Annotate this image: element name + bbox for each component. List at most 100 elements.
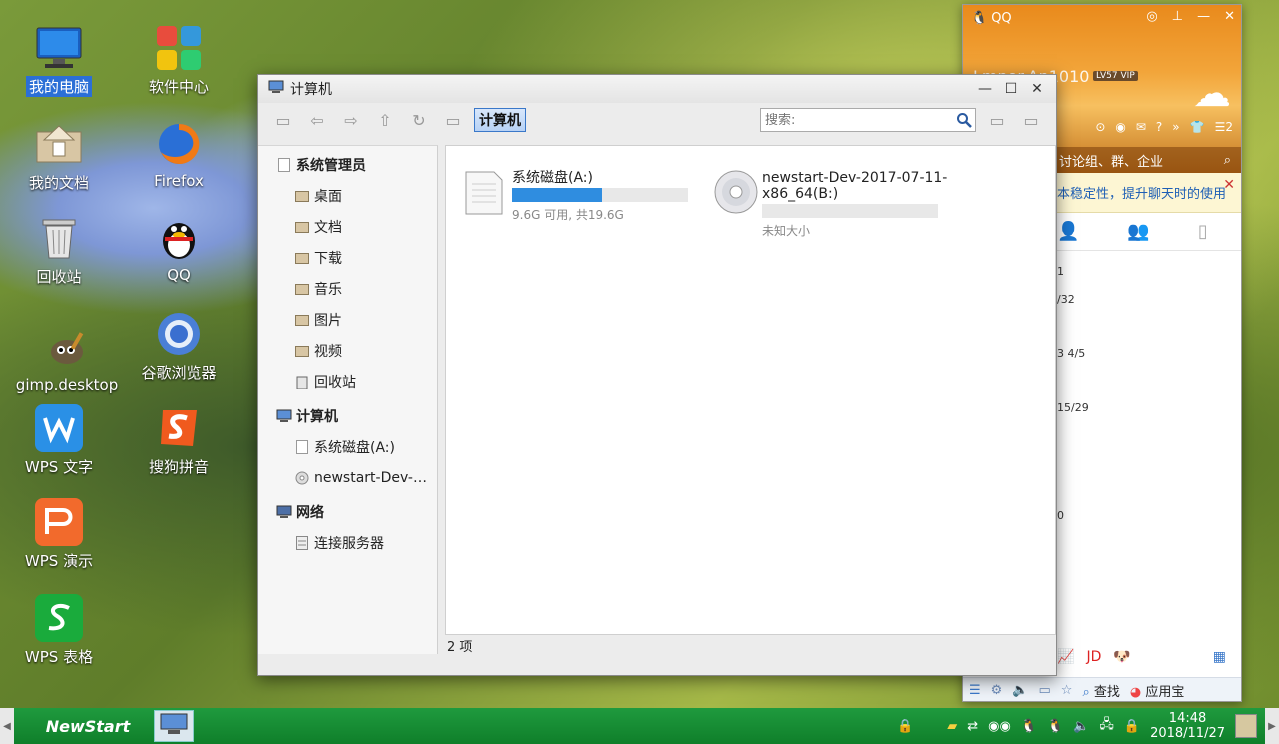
sogou-icon [155,404,203,452]
refresh-icon[interactable]: ↻ [406,109,432,131]
qq-help-icon[interactable]: ? [1156,120,1162,134]
search-box[interactable] [760,108,976,132]
desktop-icon-qq[interactable]: QQ [129,214,229,284]
list-item[interactable]: /32 [1057,293,1075,306]
back-arrow-icon[interactable]: ⇦ [304,109,330,131]
minimize-button[interactable]: — [976,80,994,98]
show-sidebar-icon[interactable]: ▭ [270,109,296,131]
desktop-icon-firefox[interactable]: Firefox [129,120,229,190]
breadcrumb[interactable]: 计算机 [474,108,526,132]
document-icon [276,157,292,173]
qq-close-button[interactable]: ✕ [1224,9,1235,24]
list-item[interactable]: 3 4/5 [1057,347,1085,360]
volume-icon[interactable]: 🔈 [1073,719,1089,734]
sidebar-item-downloads[interactable]: 下载 [258,242,437,273]
taskbar-scroll-right-icon[interactable]: ▶ [1265,708,1279,744]
qq-game-icon[interactable]: ◉ [1115,120,1125,134]
search-icon[interactable] [953,112,975,128]
drive-item-system-disk[interactable]: 系统磁盘(A:) 9.6G 可用, 共19.6G [464,170,688,223]
qq-skin-icon[interactable]: ◎ [1146,9,1157,24]
grid-icon[interactable]: ▦ [1213,649,1226,665]
menu-icon[interactable]: ☰ [969,683,981,698]
list-item[interactable]: 0 [1057,509,1064,522]
search-input[interactable] [765,112,953,128]
show-desktop-icon[interactable] [1235,714,1257,738]
forward-arrow-icon[interactable]: ⇨ [338,109,364,131]
music-folder-icon [294,281,310,297]
file-view: 系统磁盘(A:) 9.6G 可用, 共19.6G newstart-Dev-20… [445,145,1056,635]
lock-icon[interactable]: 🔒 [897,719,913,734]
close-button[interactable]: ✕ [1028,80,1046,98]
sidebar-item-desktop[interactable]: 桌面 [258,180,437,211]
jd-icon[interactable]: JD [1086,649,1101,665]
qq-more-icon[interactable]: » [1172,120,1179,134]
qq-app-manager-icon[interactable]: ☰2 [1215,120,1233,134]
sidebar-section-network[interactable]: 网络 [258,497,437,527]
list-view-icon[interactable]: ▭ [1018,109,1044,131]
sidebar-section-user[interactable]: 系统管理员 [258,150,437,180]
desktop-icon-my-documents[interactable]: 我的文档 [9,120,109,193]
qq-tray-icon[interactable]: 🐧 [1021,719,1037,734]
desktop-icon-chrome[interactable]: 谷歌浏览器 [129,310,229,383]
qq-find-button[interactable]: ⌕ 查找 [1082,681,1119,700]
star-icon[interactable]: ☆ [1061,683,1073,698]
desktop-icon-wps-writer[interactable]: WPS 文字 [9,404,109,477]
lock-icon[interactable]: 🔒 [1124,719,1140,734]
drive-icon [464,170,506,216]
sidebar-item-connect-server[interactable]: 连接服务器 [258,527,437,558]
desktop-icon-sogou[interactable]: 搜狗拼音 [129,404,229,477]
monitor-icon [35,24,83,72]
up-arrow-icon[interactable]: ⇧ [372,109,398,131]
window-titlebar[interactable]: 计算机 — ☐ ✕ [258,75,1056,103]
linux-tray-icon[interactable]: 🐧 [1047,719,1063,734]
sidebar-item-pictures[interactable]: 图片 [258,304,437,335]
sidebar-item-documents[interactable]: 文档 [258,211,437,242]
sidebar-item-videos[interactable]: 视频 [258,335,437,366]
switch-tray-icon[interactable]: ⇄ [967,719,978,734]
eyes-tray-icon[interactable]: ◉◉ [988,719,1011,734]
desktop-icon-my-computer[interactable]: 我的电脑 [9,24,109,97]
sidebar-section-computer[interactable]: 计算机 [258,401,437,431]
settings-icon[interactable]: ⚙ [991,683,1003,698]
network-tray-icon[interactable]: 🖧 [1099,715,1114,737]
qq-window-controls: ◎ ⊥ — ✕ [1146,9,1235,24]
desktop-icon-trash[interactable]: 回收站 [9,214,109,287]
qq-mail-icon[interactable]: ✉ [1136,120,1146,134]
desktop-icon-label: WPS 演示 [24,552,94,570]
sidebar-item-optical-disc[interactable]: newstart-Dev-… [258,462,437,493]
desktop-icon-software-center[interactable]: 软件中心 [129,24,229,97]
taskbar-scroll-left-icon[interactable]: ◀ [0,708,14,744]
icon-view-icon[interactable]: ▭ [984,109,1010,131]
desktop-icon-gimp[interactable]: gimp.desktop [16,324,118,394]
dog-icon[interactable]: 🐶 [1113,649,1130,665]
tab-contacts-icon[interactable]: 👤 [1057,221,1079,242]
weather-cloud-icon[interactable]: ☁ [1193,71,1231,115]
list-item[interactable]: 15/29 [1057,401,1089,414]
disk-usage-fill [512,188,602,202]
sidebar-item-system-disk[interactable]: 系统磁盘(A:) [258,431,437,462]
drive-item-optical-disc[interactable]: newstart-Dev-2017-07-11- x86_64(B:) 未知大小 [714,170,947,239]
qq-appbox-button[interactable]: ◕ 应用宝 [1130,681,1185,700]
sidebar-item-trash[interactable]: 回收站 [258,366,437,397]
folder-tray-icon[interactable]: ▰ [947,719,957,734]
tab-phone-icon[interactable]: ▯ [1198,221,1208,242]
folder-icon[interactable]: ▭ [1039,683,1051,698]
sidebar-item-music[interactable]: 音乐 [258,273,437,304]
close-icon[interactable]: ✕ [1223,177,1235,193]
start-button[interactable]: NewStart [28,708,148,744]
desktop-icon-wps-presentation[interactable]: WPS 演示 [9,498,109,571]
qzone-icon[interactable]: ⊙ [1095,120,1105,134]
qq-minimize-button[interactable]: — [1197,9,1210,24]
tab-groups-icon[interactable]: 👥 [1127,221,1149,242]
stock-icon[interactable]: 📈 [1057,649,1074,665]
qq-shirt-icon[interactable]: 👕 [1190,120,1205,134]
clock[interactable]: 14:48 2018/11/27 [1150,711,1225,741]
network-icon [276,504,292,520]
maximize-button[interactable]: ☐ [1002,80,1020,98]
location-toggle-icon[interactable]: ▭ [440,109,466,131]
task-button-file-manager[interactable] [154,710,194,742]
list-item[interactable]: 1 [1057,265,1064,278]
speaker-icon[interactable]: 🔈 [1012,683,1028,698]
desktop-icon-wps-spreadsheet[interactable]: WPS 表格 [9,594,109,667]
qq-pin-icon[interactable]: ⊥ [1172,9,1183,24]
